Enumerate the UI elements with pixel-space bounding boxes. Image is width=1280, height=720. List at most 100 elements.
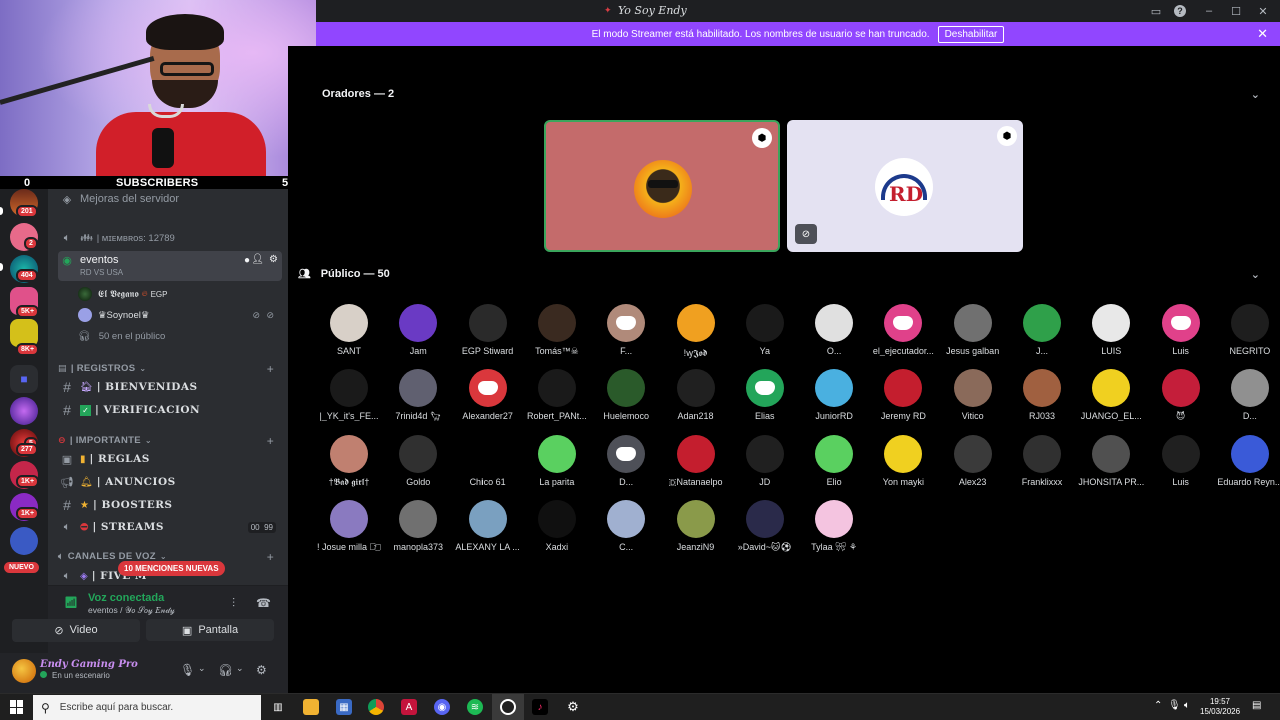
taskbar-search[interactable]: ⚲ Escribe aquí para buscar. [33, 695, 261, 720]
windows-start-icon[interactable] [10, 700, 24, 714]
category-label: | REGISTROS [70, 363, 136, 374]
stage-speaker-row[interactable]: ♛Soynoel♛ ⊘ ⊘ [78, 306, 278, 324]
folder-icon[interactable]: ■ [10, 365, 38, 393]
server-boost-link[interactable]: ◈ Mejoras del servidor [58, 189, 282, 209]
audience-count: 50 en el público [98, 330, 166, 342]
chevron-down-icon[interactable]: ⌄ [1251, 88, 1260, 101]
voice-status-sub[interactable]: eventos / 𝒴𝑜 𝒮𝑜𝓎 𝐸𝓃𝒹𝓎 [88, 605, 175, 616]
channel-verificacion[interactable]: # ✓ | VERIFICACION [58, 400, 282, 420]
avatar [1161, 369, 1200, 408]
close-icon[interactable]: ✕ [1257, 26, 1268, 42]
server-icon[interactable] [10, 527, 38, 555]
taskbar-clock[interactable]: 19:57 15/03/2026 [1200, 697, 1240, 717]
chevron-down-icon[interactable]: ⌄ [1251, 268, 1260, 281]
volume-icon[interactable]: 🔈︎ [1184, 700, 1190, 711]
avatar [676, 434, 715, 473]
speaker-tag: EGP [150, 289, 168, 299]
avatar [607, 499, 646, 538]
channel-anuncios[interactable]: 📢︎ 🔔︎ | ANUNCIOS [58, 472, 282, 492]
category-registros[interactable]: ▤ | REGISTROS ⌄ + [58, 362, 282, 376]
fire-icon: 🔥︎ [141, 289, 148, 298]
window-title: Yo Soy Endy [618, 4, 687, 17]
disable-streamer-button[interactable]: Deshabilitar [937, 25, 1005, 43]
stage-audience-row[interactable]: 🎧︎ 50 en el público [78, 327, 165, 345]
server-badge: 1K+ [16, 475, 40, 488]
chrome-icon[interactable] [368, 699, 384, 715]
inbox-icon[interactable]: ▭ [1144, 0, 1168, 22]
chevron-down-icon[interactable]: ⌄ [236, 663, 244, 674]
microphone-icon[interactable]: 🎙︎ [180, 663, 195, 677]
add-channel-icon[interactable]: + [267, 550, 274, 564]
avatar [468, 304, 507, 342]
avatar[interactable] [12, 659, 36, 683]
members-voice-channel[interactable]: 🔈︎ 👪︎ | ᴍɪᴇᴍʙʀᴏs: 12789 [58, 228, 282, 248]
new-mentions-badge[interactable]: 10 MENCIONES NUEVAS [118, 561, 225, 576]
file-explorer-icon[interactable] [303, 699, 319, 715]
speaker-tile[interactable]: ⬢ [544, 120, 780, 252]
server-icon[interactable] [10, 397, 38, 425]
megaphone-icon: 📢︎ [60, 476, 74, 489]
username[interactable]: Endy Gaming Pro [40, 659, 138, 670]
discord-icon[interactable]: ◉ [434, 699, 450, 715]
acrobat-icon[interactable]: A [401, 699, 417, 715]
video-button[interactable]: ⊘ Video [12, 619, 140, 641]
disconnect-icon[interactable]: ☎ [256, 596, 271, 610]
chat-icon[interactable]: ● [244, 255, 250, 266]
channel-bienvenidas[interactable]: # 🏠︎ | BIENVENIDAS [58, 377, 282, 397]
notepad-icon: ▤ [58, 363, 67, 373]
channel-reglas[interactable]: ▣ ▮ | REGLAS [58, 449, 282, 469]
obs-icon[interactable] [500, 699, 516, 715]
settings-icon[interactable]: ⚙ [565, 699, 581, 715]
channel-streams[interactable]: 🔈︎ ⛔︎ | STREAMS 00 99 [58, 517, 282, 537]
search-placeholder: Escribe aquí para buscar. [59, 702, 174, 713]
stage-speaker-row[interactable]: 𝕰𝖑 𝖁𝖊𝖌𝖆𝖓𝖔 🔥︎ EGP [78, 285, 168, 303]
avatar [468, 369, 507, 408]
audience-member-name: NEGRITO [1229, 346, 1271, 356]
maximize-icon[interactable]: ☐ [1226, 0, 1246, 22]
add-channel-icon[interactable]: + [267, 362, 274, 376]
avatar [537, 499, 576, 538]
tray-expand-icon[interactable]: ⌃ [1154, 700, 1162, 711]
voice-status-title[interactable]: Voz conectada [88, 592, 164, 604]
settings-icon[interactable]: ⚙ [269, 254, 278, 265]
rules-icon: ▣ [61, 453, 73, 466]
new-badge[interactable]: NUEVO [4, 562, 39, 573]
speakers-header[interactable]: Oradores — 2 ⌄ [322, 88, 1272, 101]
invite-icon[interactable]: 👤︎ [251, 254, 264, 265]
screen-share-button[interactable]: ▣ Pantalla [146, 619, 274, 641]
avatar [399, 499, 438, 538]
store-icon[interactable]: ▦ [336, 699, 352, 715]
category-importante[interactable]: ⊖ | IMPORTANTE ⌄ + [58, 434, 282, 448]
server-badge: 8K+ [16, 343, 40, 356]
star-icon: ★ [80, 499, 89, 511]
minimize-icon[interactable]: – [1192, 0, 1226, 22]
book-icon: ▮ [80, 453, 86, 465]
settings-icon[interactable]: ⚙ [256, 663, 267, 677]
avatar: RD [875, 158, 933, 216]
task-view-icon[interactable]: ▥ [270, 699, 286, 715]
chevron-down-icon[interactable]: ⌄ [198, 663, 206, 674]
tiktok-icon[interactable]: ♪ [532, 699, 548, 715]
help-icon[interactable]: ? [1168, 0, 1192, 22]
speaker-tile[interactable]: RD ⬢ ⊘ [787, 120, 1023, 252]
close-icon[interactable]: ✕ [1246, 0, 1280, 22]
stage-channel-eventos[interactable]: ◉ eventos RD VS USA ● 👤︎ ⚙ [58, 251, 282, 281]
audience-member-name: D... [1242, 411, 1257, 422]
audience-member[interactable]: Tylaa 🎀 ⚘ [788, 499, 880, 562]
spotify-icon[interactable]: ≋ [467, 699, 483, 715]
channel-label: | STREAMS [92, 521, 164, 533]
add-channel-icon[interactable]: + [267, 434, 274, 448]
chevron-down-icon: ⌄ [159, 552, 167, 561]
server-badge: 201 [16, 205, 38, 218]
microphone-icon[interactable]: 🎙︎ [1168, 700, 1181, 711]
speaker-icon: 🔈︎ [58, 551, 64, 561]
notifications-icon[interactable]: ▤ [1252, 700, 1261, 711]
soundboard-icon[interactable]: ⫶ [232, 596, 235, 611]
audience-member[interactable]: D... [1204, 369, 1280, 431]
avatar [634, 160, 692, 218]
audience-member[interactable]: NEGRITO [1204, 304, 1280, 366]
audience-header[interactable]: 👥︎ Público — 50 ⌄ [298, 268, 1272, 281]
channel-boosters[interactable]: # ★ | BOOSTERS [58, 495, 282, 515]
headset-icon[interactable]: 🎧︎ [218, 663, 233, 677]
audience-member[interactable]: Eduardo Reyn... [1204, 434, 1280, 497]
